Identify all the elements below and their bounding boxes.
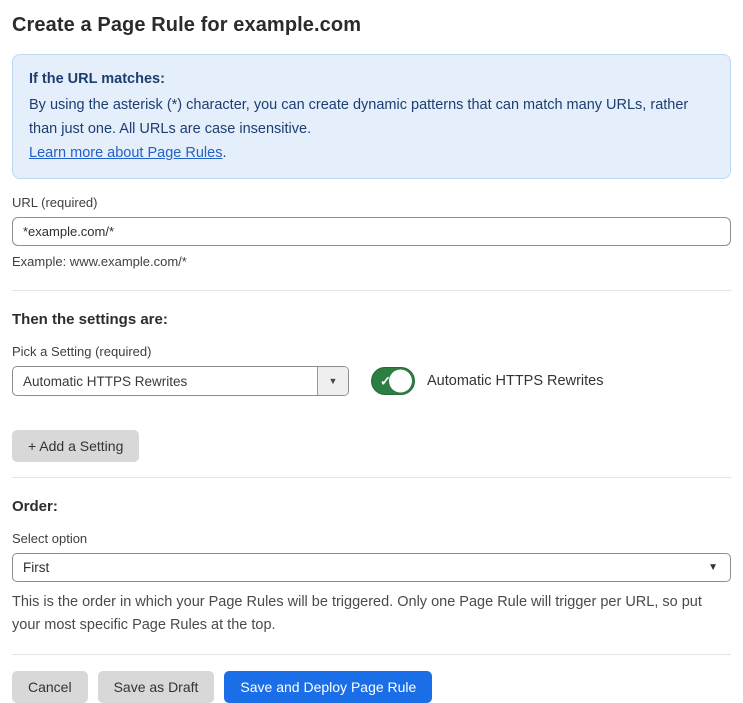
chevron-down-icon: ▼ bbox=[708, 561, 718, 573]
url-matches-info-box: If the URL matches: By using the asteris… bbox=[12, 54, 731, 179]
learn-more-link[interactable]: Learn more about Page Rules bbox=[29, 145, 222, 161]
page-title: Create a Page Rule for example.com bbox=[12, 14, 362, 36]
cancel-button[interactable]: Cancel bbox=[12, 671, 88, 703]
setting-toggle-label: Automatic HTTPS Rewrites bbox=[427, 373, 604, 389]
setting-select-value: Automatic HTTPS Rewrites bbox=[23, 373, 188, 389]
order-helper-text: This is the order in which your Page Rul… bbox=[12, 594, 702, 633]
pick-setting-label: Pick a Setting (required) bbox=[12, 344, 152, 359]
setting-row: Automatic HTTPS Rewrites ▼ ✓ Automatic H… bbox=[12, 366, 731, 396]
order-select-label: Select option bbox=[12, 531, 88, 546]
settings-section-heading: Then the settings are: bbox=[12, 311, 168, 328]
info-box-body: By using the asterisk (*) character, you… bbox=[29, 97, 689, 137]
link-suffix: . bbox=[222, 145, 227, 161]
url-example-helper: Example: www.example.com/* bbox=[12, 254, 187, 269]
order-select-value: First bbox=[23, 560, 50, 575]
section-divider bbox=[12, 477, 731, 478]
url-field-label: URL (required) bbox=[12, 195, 98, 210]
url-input[interactable] bbox=[12, 217, 731, 246]
create-page-rule-form: Create a Page Rule for example.com If th… bbox=[0, 0, 743, 703]
order-select[interactable]: First ▼ bbox=[12, 553, 731, 582]
footer-divider bbox=[12, 654, 731, 655]
section-divider bbox=[12, 290, 731, 291]
setting-select-arrow-button[interactable]: ▼ bbox=[317, 367, 348, 395]
add-setting-button[interactable]: + Add a Setting bbox=[12, 430, 140, 462]
save-as-draft-button[interactable]: Save as Draft bbox=[97, 671, 215, 703]
info-box-link-line: Learn more about Page Rules. bbox=[29, 141, 714, 165]
toggle-knob bbox=[389, 369, 412, 393]
footer-actions: Cancel Save as Draft Save and Deploy Pag… bbox=[12, 671, 731, 703]
order-section-heading: Order: bbox=[12, 498, 58, 515]
chevron-down-icon: ▼ bbox=[328, 375, 338, 386]
setting-select[interactable]: Automatic HTTPS Rewrites ▼ bbox=[12, 366, 349, 396]
save-and-deploy-button[interactable]: Save and Deploy Page Rule bbox=[224, 671, 433, 703]
info-box-heading: If the URL matches: bbox=[29, 71, 165, 87]
setting-toggle[interactable]: ✓ bbox=[371, 367, 415, 395]
